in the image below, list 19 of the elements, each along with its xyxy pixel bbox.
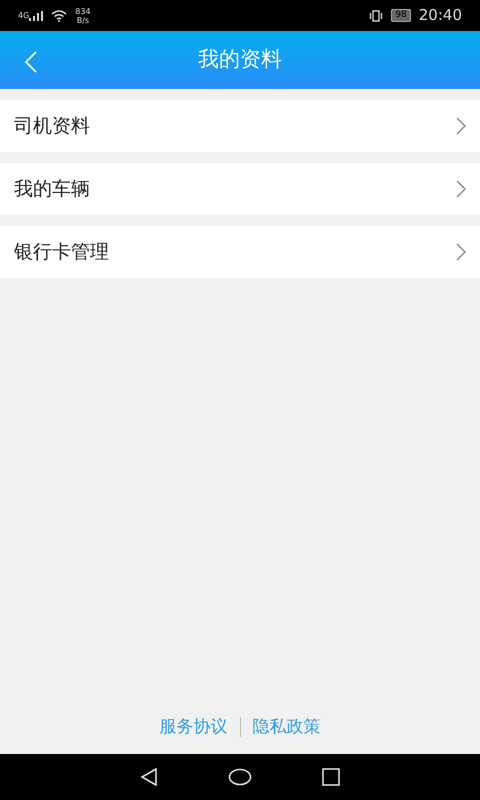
chevron-icon <box>456 117 466 135</box>
home-nav-icon[interactable] <box>228 768 252 786</box>
speed-value: 834 <box>75 6 91 16</box>
menu-item[interactable]: 司机资料 <box>0 100 480 152</box>
recent-apps-icon[interactable] <box>322 768 340 786</box>
speed-unit: B/s <box>76 16 90 24</box>
battery-level: 98 <box>391 9 411 22</box>
menu-item[interactable]: 我的车辆 <box>0 163 480 215</box>
back-button[interactable] <box>24 49 38 73</box>
chevron-icon <box>456 243 466 261</box>
vibrate-icon <box>369 10 384 22</box>
chevron-icon <box>456 180 466 198</box>
signal-icon <box>29 10 44 20</box>
menu-item[interactable]: 银行卡管理 <box>0 226 480 278</box>
page-title: 我的资料 <box>198 46 282 74</box>
network-label: 4G <box>18 11 30 20</box>
clock-time: 20:40 <box>418 5 462 26</box>
wifi-icon <box>51 10 68 22</box>
back-nav-icon[interactable] <box>140 768 158 786</box>
